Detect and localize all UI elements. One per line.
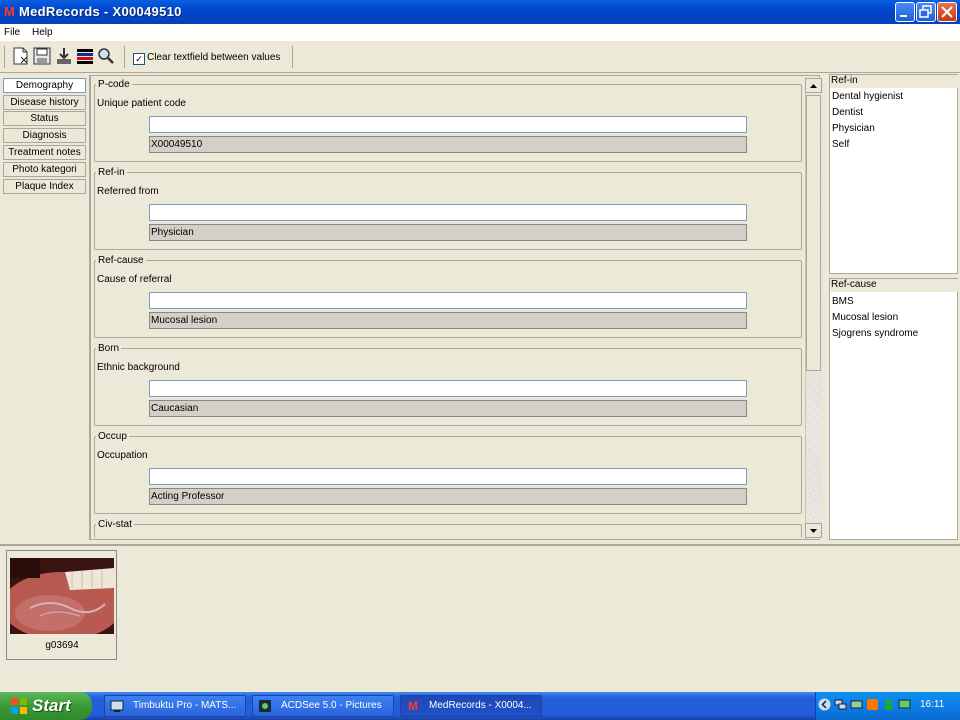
- import-icon[interactable]: [55, 47, 73, 65]
- nav-plaque-index[interactable]: Plaque Index: [3, 179, 86, 194]
- field-label-occup: Occupation: [97, 450, 148, 461]
- field-label-refcause: Cause of referral: [97, 274, 172, 285]
- occup-input[interactable]: [149, 468, 747, 485]
- task-timbuktu[interactable]: Timbuktu Pro - MATS...: [104, 695, 246, 717]
- monitor-icon[interactable]: [898, 698, 911, 711]
- photo-panel: [0, 544, 960, 692]
- scroll-up-button[interactable]: [805, 78, 822, 93]
- refin-options-list: [829, 74, 958, 274]
- user-icon[interactable]: [882, 698, 895, 711]
- field-label-refin: Referred from: [97, 186, 159, 197]
- field-label-pcode: Unique patient code: [97, 98, 186, 109]
- refcause-option[interactable]: Sjogrens syndrome: [832, 328, 918, 339]
- task-acdsee[interactable]: ACDSee 5.0 - Pictures: [252, 695, 394, 717]
- toolbar-grip: [4, 46, 5, 68]
- chart-icon[interactable]: [76, 47, 94, 65]
- new-record-icon[interactable]: [12, 47, 30, 65]
- refin-option[interactable]: Self: [832, 139, 849, 150]
- refin-list-title: Ref-in: [830, 75, 958, 88]
- refcause-option[interactable]: Mucosal lesion: [832, 312, 898, 323]
- windows-logo-icon: [10, 697, 28, 715]
- nav-photo-kategori[interactable]: Photo kategori: [3, 162, 86, 177]
- nav-demography[interactable]: Demography: [3, 78, 86, 93]
- scroll-down-button[interactable]: [805, 523, 822, 538]
- medrecords-icon: M: [408, 699, 418, 713]
- nav-status[interactable]: Status: [3, 111, 86, 126]
- nav-treatment-notes[interactable]: Treatment notes: [3, 145, 86, 160]
- nav-disease-history[interactable]: Disease history: [3, 95, 86, 110]
- network-icon[interactable]: [850, 698, 863, 711]
- refcause-option[interactable]: BMS: [832, 296, 854, 307]
- refin-value: Physician: [149, 224, 747, 241]
- clear-textfield-label: Clear textfield between values: [147, 52, 281, 63]
- born-input[interactable]: [149, 380, 747, 397]
- toolbar-separator: [124, 46, 125, 68]
- messenger-icon[interactable]: [866, 698, 879, 711]
- minimize-icon: [900, 15, 907, 17]
- save-icon[interactable]: [33, 47, 51, 65]
- close-button[interactable]: [937, 2, 957, 22]
- tray-expand-icon[interactable]: [818, 698, 831, 711]
- field-label-born: Ethnic background: [97, 362, 180, 373]
- app-icon: M: [4, 4, 15, 19]
- acdsee-icon: [258, 699, 272, 713]
- refcause-input[interactable]: [149, 292, 747, 309]
- menu-bar: [0, 24, 960, 41]
- close-icon: [941, 6, 953, 18]
- refcause-list-title: Ref-cause: [830, 279, 958, 292]
- refin-input[interactable]: [149, 204, 747, 221]
- refin-option[interactable]: Dentist: [832, 107, 863, 118]
- group-civstat: [94, 524, 802, 538]
- photo-caption: g03694: [45, 640, 79, 651]
- minimize-button[interactable]: [895, 2, 915, 22]
- refcause-value: Mucosal lesion: [149, 312, 747, 329]
- nav-diagnosis[interactable]: Diagnosis: [3, 128, 86, 143]
- group-title-refcause: Ref-cause: [96, 255, 146, 266]
- restore-icon: [919, 5, 932, 18]
- group-title-pcode: P-code: [96, 79, 132, 90]
- timbuktu-icon: [110, 699, 124, 713]
- oral-photo-image[interactable]: [2, 558, 122, 640]
- pcode-value: X00049510: [149, 136, 747, 153]
- clear-textfield-checkbox[interactable]: ✓: [133, 53, 145, 65]
- menu-help[interactable]: Help: [32, 27, 53, 38]
- refin-option[interactable]: Physician: [832, 123, 875, 134]
- occup-value: Acting Professor: [149, 488, 747, 505]
- search-icon[interactable]: [97, 47, 115, 65]
- refin-option[interactable]: Dental hygienist: [832, 91, 903, 102]
- scroll-down-icon: [810, 529, 817, 533]
- pcode-input[interactable]: [149, 116, 747, 133]
- scroll-thumb[interactable]: [806, 95, 821, 371]
- network-icon[interactable]: [834, 698, 847, 711]
- toolbar-separator: [292, 46, 293, 68]
- restore-button[interactable]: [916, 2, 936, 22]
- group-title-born: Born: [96, 343, 122, 354]
- scroll-up-icon: [810, 84, 817, 88]
- clock: 16:11: [920, 699, 945, 710]
- group-title-occup: Occup: [96, 431, 129, 442]
- group-title-refin: Ref-in: [96, 167, 127, 178]
- window-title: MedRecords - X00049510: [19, 4, 182, 19]
- group-title-civstat: Civ-stat: [96, 519, 134, 530]
- start-label: Start: [32, 696, 71, 715]
- born-value: Caucasian: [149, 400, 747, 417]
- menu-file[interactable]: File: [4, 27, 20, 38]
